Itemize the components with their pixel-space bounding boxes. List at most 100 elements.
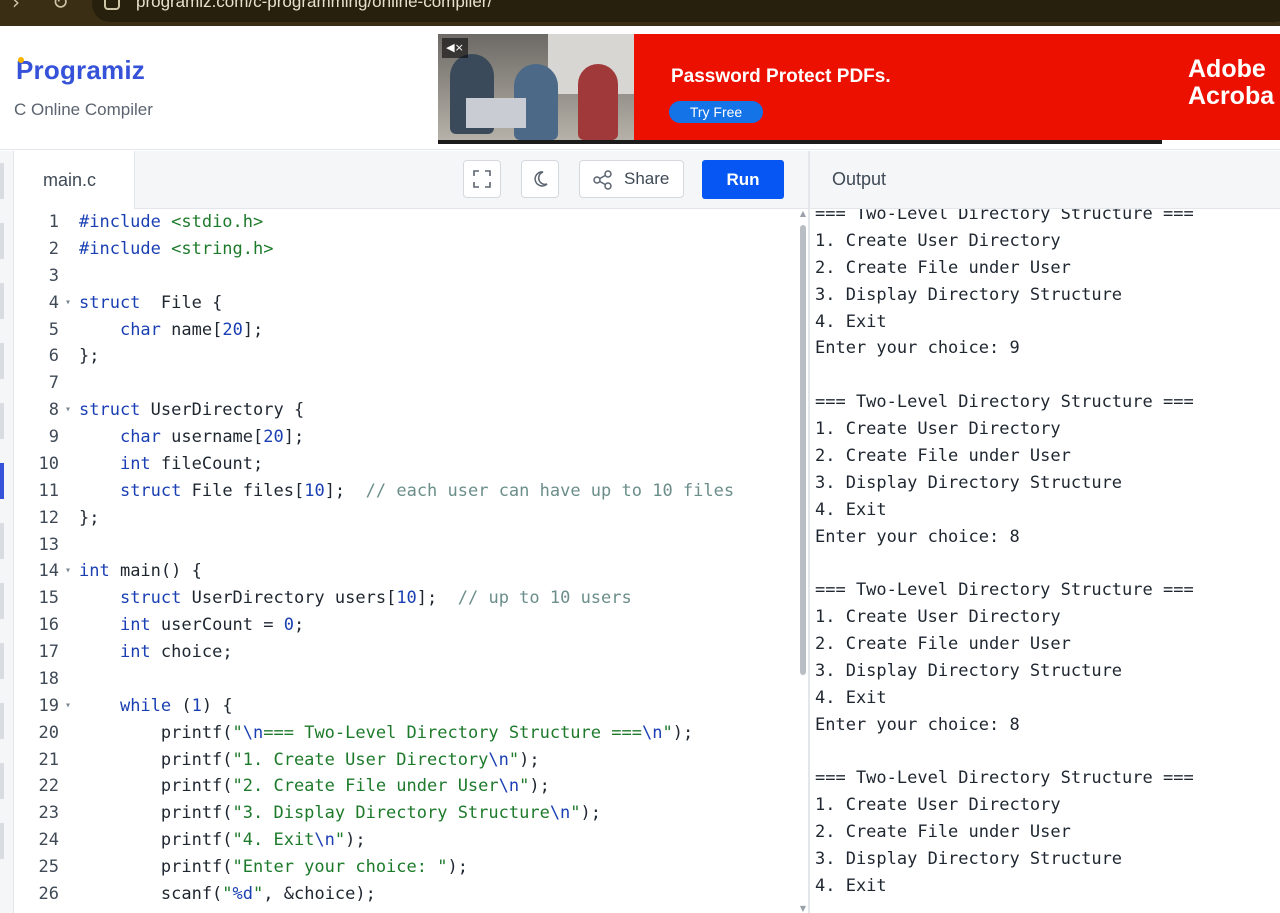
- rail-item[interactable]: [0, 223, 4, 259]
- code-line[interactable]: #include <string.h>: [79, 236, 799, 263]
- code-token: UserDirectory {: [140, 400, 305, 421]
- output-title: Output: [810, 151, 1280, 209]
- fullscreen-button[interactable]: [463, 160, 501, 198]
- code-line[interactable]: printf("2. Create File under User\n");: [79, 773, 799, 800]
- code-token: ];: [324, 480, 366, 501]
- fold-arrow-icon[interactable]: ▾: [65, 397, 71, 424]
- code-token: File files[: [181, 480, 305, 501]
- code-token: \n: [488, 749, 509, 770]
- fold-arrow-icon[interactable]: ▾: [65, 290, 71, 317]
- rail-item[interactable]: [0, 583, 4, 619]
- rail-item-active[interactable]: [0, 463, 4, 499]
- code-line[interactable]: };: [79, 505, 799, 532]
- code-line[interactable]: while (1) {: [79, 693, 799, 720]
- fold-arrow-icon[interactable]: ▾: [65, 558, 71, 585]
- output-console[interactable]: === Two-Level Directory Structure === 1. …: [810, 209, 1280, 913]
- ad-headline: Password Protect PDFs.: [671, 66, 891, 87]
- code-token: #include: [79, 238, 172, 259]
- output-line: 3. Display Directory Structure: [815, 660, 1123, 681]
- scroll-down-arrow-icon[interactable]: ▼: [798, 904, 808, 913]
- code-token: username[: [160, 427, 264, 447]
- line-number: 22: [38, 776, 59, 797]
- rail-item[interactable]: [0, 703, 4, 739]
- output-line: 3. Display Directory Structure: [815, 849, 1123, 869]
- ad-banner[interactable]: ◀× Password Protect PDFs. Try Free Adobe…: [438, 34, 1280, 144]
- code-token: printf(: [79, 749, 233, 770]
- code-line[interactable]: [79, 666, 799, 693]
- run-button[interactable]: Run: [702, 160, 784, 199]
- dark-mode-button[interactable]: [521, 160, 559, 198]
- code-line[interactable]: struct UserDirectory {: [79, 397, 799, 424]
- rail-item[interactable]: [0, 643, 4, 679]
- code-token: #include: [79, 212, 172, 232]
- code-token: struct: [79, 292, 141, 313]
- code-line[interactable]: printf("\n=== Two-Level Directory Struct…: [79, 720, 799, 747]
- code-line[interactable]: printf("3. Display Directory Structure\n…: [79, 800, 799, 827]
- line-number: 1: [48, 212, 59, 232]
- code-token: printf(: [79, 803, 233, 824]
- code-line[interactable]: struct File files[10]; // each user can …: [79, 478, 799, 505]
- file-tab-main-c[interactable]: main.c: [15, 151, 135, 209]
- scroll-up-arrow-icon[interactable]: ▲: [798, 209, 808, 218]
- editor-scroll-thumb[interactable]: [800, 225, 806, 675]
- code-line[interactable]: #include <stdio.h>: [79, 209, 799, 236]
- ad-try-free-button[interactable]: Try Free: [669, 101, 763, 123]
- code-token: 10: [396, 588, 417, 609]
- fold-arrow-icon[interactable]: ▾: [65, 693, 71, 720]
- code-token: userCount =: [150, 615, 284, 636]
- code-line[interactable]: int userCount = 0;: [79, 612, 799, 639]
- code-line[interactable]: [79, 263, 799, 290]
- code-line[interactable]: printf("Enter your choice: ");: [79, 854, 799, 881]
- code-line[interactable]: };: [79, 343, 799, 370]
- ad-brand-line: Acroba: [1188, 82, 1275, 110]
- code-token: === Two-Level Directory Structure ===: [263, 722, 642, 743]
- share-button[interactable]: Share: [579, 160, 684, 198]
- programiz-logo[interactable]: Programiz: [16, 55, 145, 86]
- ad-brand: Adobe Acroba: [1188, 56, 1274, 110]
- mute-icon[interactable]: ◀×: [442, 38, 468, 58]
- back-arrow-icon[interactable]: ›: [12, 0, 20, 14]
- rail-item[interactable]: [0, 823, 4, 859]
- code-line[interactable]: [79, 370, 799, 397]
- url-text[interactable]: programiz.com/c-programming/online-compi…: [136, 0, 492, 12]
- code-editor[interactable]: 1 2 3 4 ▾ 5 6 7 8 ▾ 9 10 11 12 13 14 ▾ 15 16 17 18 19 ▾ 20 21 22 2…: [15, 209, 808, 913]
- line-number: 12: [38, 507, 59, 528]
- rail-item[interactable]: [0, 343, 4, 379]
- rail-item[interactable]: [0, 163, 4, 199]
- rail-item[interactable]: [0, 763, 4, 799]
- code-token: \n: [549, 803, 571, 824]
- code-line[interactable]: int main() {: [79, 558, 799, 585]
- output-line: Enter your choice: 9: [815, 338, 1020, 359]
- code-line[interactable]: char username[20];: [79, 424, 799, 451]
- rail-item[interactable]: [0, 403, 4, 439]
- site-info-icon[interactable]: [104, 0, 120, 10]
- rail-item[interactable]: [0, 523, 4, 559]
- output-line: === Two-Level Directory Structure ===: [815, 209, 1194, 224]
- code-token: ];: [416, 588, 458, 609]
- code-line[interactable]: struct UserDirectory users[10]; // up to…: [79, 585, 799, 612]
- code-area[interactable]: #include <stdio.h> #include <string.h> st…: [79, 209, 799, 913]
- line-number: 11: [38, 480, 59, 501]
- output-line: 1. Create User Directory: [815, 230, 1061, 251]
- code-line[interactable]: printf("4. Exit\n");: [79, 827, 799, 854]
- code-line[interactable]: int fileCount;: [79, 451, 799, 478]
- code-line[interactable]: printf("1. Create User Directory\n");: [79, 747, 799, 774]
- code-line[interactable]: char name[20];: [79, 317, 799, 344]
- code-line[interactable]: scanf("%d", &choice);: [79, 881, 799, 908]
- code-token: main() {: [109, 561, 202, 582]
- code-token: %d: [232, 883, 254, 904]
- line-number: 5: [48, 319, 59, 340]
- editor-scrollbar[interactable]: ▲ ▼: [798, 209, 808, 913]
- line-number: 23: [38, 803, 59, 824]
- code-line[interactable]: int choice;: [79, 639, 799, 666]
- code-line[interactable]: [79, 532, 799, 559]
- line-number: 4 ▾: [15, 290, 73, 317]
- rail-item[interactable]: [0, 283, 4, 319]
- line-number: 10: [38, 453, 59, 474]
- code-line[interactable]: struct File {: [79, 290, 799, 317]
- code-token: ": [508, 749, 520, 770]
- reload-icon[interactable]: ↻: [52, 0, 69, 14]
